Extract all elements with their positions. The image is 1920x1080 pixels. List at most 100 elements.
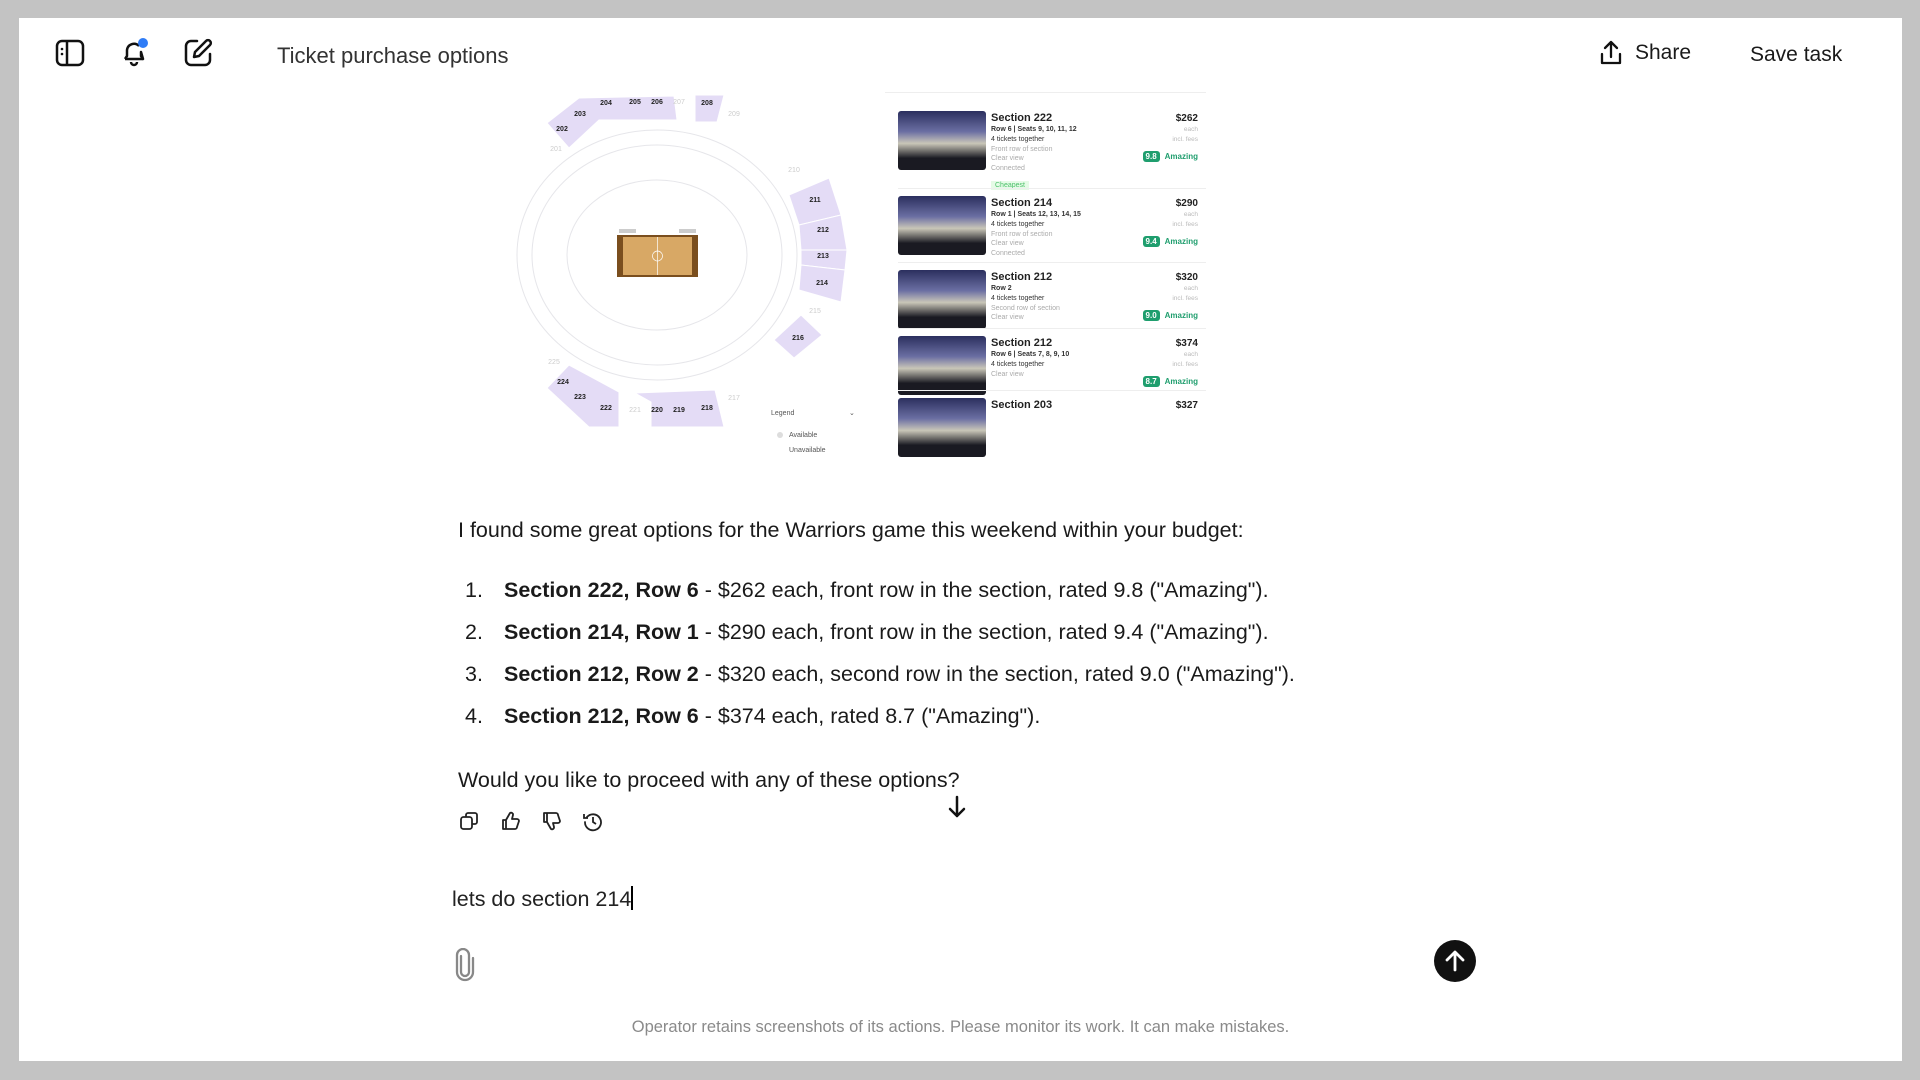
listing-feature: Clear view bbox=[991, 240, 1024, 247]
section-label[interactable]: 206 bbox=[651, 99, 663, 106]
rating-label: Amazing bbox=[1164, 311, 1198, 320]
section-label[interactable]: 205 bbox=[629, 99, 641, 106]
share-icon bbox=[1600, 40, 1622, 65]
attach-paperclip-icon[interactable] bbox=[453, 948, 477, 982]
option-details: - $374 each, rated 8.7 ("Amazing"). bbox=[698, 704, 1041, 728]
listing-row: Row 2 bbox=[991, 285, 1012, 292]
seat-view-photo bbox=[898, 270, 986, 329]
price-fees: incl. fees bbox=[1172, 221, 1198, 228]
price-each: each bbox=[1183, 126, 1198, 133]
listing-feature: 4 tickets together bbox=[991, 361, 1045, 368]
share-button[interactable]: Share bbox=[1599, 40, 1691, 66]
option-number: 2. bbox=[465, 620, 483, 644]
listing-row: Row 1 | Seats 12, 13, 14, 15 bbox=[991, 211, 1081, 218]
message-input[interactable]: lets do section 214 bbox=[452, 886, 633, 912]
rating-score: 9.8 bbox=[1142, 151, 1160, 162]
option-item: 3. Section 212, Row 2 - $320 each, second… bbox=[465, 662, 1295, 704]
options-list: 1. Section 222, Row 6 - $262 each, front … bbox=[465, 578, 1295, 746]
arrow-up-icon bbox=[1445, 950, 1465, 972]
section-label-unavailable: 210 bbox=[788, 167, 800, 174]
section-label-unavailable: 221 bbox=[629, 407, 641, 414]
thumbs-down-icon[interactable] bbox=[541, 810, 563, 832]
legend-available: Available bbox=[789, 432, 817, 439]
section-label-unavailable: 215 bbox=[809, 308, 821, 315]
section-label[interactable]: 202 bbox=[556, 126, 568, 133]
section-label[interactable]: 204 bbox=[600, 100, 612, 107]
rating-label: Amazing bbox=[1164, 152, 1198, 161]
listing-price: $374 bbox=[1175, 338, 1198, 349]
listing-card[interactable]: Section 203 $327 bbox=[885, 398, 1206, 478]
section-label[interactable]: 208 bbox=[701, 100, 713, 107]
text-caret bbox=[631, 886, 633, 910]
seat-view-photo bbox=[898, 111, 986, 170]
listing-feature: Clear view bbox=[991, 314, 1024, 321]
rating-score: 9.4 bbox=[1142, 236, 1160, 247]
seat-view-photo bbox=[898, 196, 986, 255]
section-label[interactable]: 218 bbox=[701, 405, 713, 412]
section-label[interactable]: 223 bbox=[574, 394, 586, 401]
listing-feature: Connected bbox=[991, 249, 1025, 257]
thumbs-up-icon[interactable] bbox=[500, 810, 522, 832]
save-task-button[interactable]: Save task bbox=[1750, 43, 1842, 67]
divider bbox=[898, 262, 1206, 263]
divider bbox=[898, 390, 1206, 391]
browser-screenshot: 202 203 204 205 206 208 211 212 213 214 216 218 219 2… bbox=[471, 92, 1206, 478]
new-task-edit-icon[interactable] bbox=[181, 36, 215, 70]
app-window: Ticket purchase options Share Save task bbox=[19, 18, 1902, 1061]
listing-feature: 4 tickets together bbox=[991, 221, 1045, 228]
notification-bell-icon[interactable] bbox=[117, 36, 151, 70]
listing-feature: Clear view bbox=[991, 155, 1024, 162]
legend-chevron-icon[interactable]: ⌄ bbox=[849, 410, 855, 417]
option-item: 2. Section 214, Row 1 - $290 each, front … bbox=[465, 620, 1295, 662]
listing-feature: Second row of section bbox=[991, 304, 1060, 312]
option-item: 4. Section 212, Row 6 - $374 each, rated … bbox=[465, 704, 1295, 746]
listing-section: Section 214 bbox=[991, 197, 1053, 209]
section-label[interactable]: 211 bbox=[809, 197, 820, 204]
section-label-unavailable: 207 bbox=[673, 99, 685, 106]
copy-icon[interactable] bbox=[458, 810, 480, 832]
scroll-down-arrow-icon[interactable] bbox=[945, 794, 969, 820]
share-label: Share bbox=[1635, 41, 1692, 64]
listing-section: Section 203 bbox=[991, 399, 1053, 411]
sidebar-toggle-icon[interactable] bbox=[53, 36, 87, 70]
option-number: 4. bbox=[465, 704, 483, 728]
section-label[interactable]: 219 bbox=[673, 407, 685, 414]
price-each: each bbox=[1183, 351, 1198, 358]
disclaimer-footer: Operator retains screenshots of its acti… bbox=[631, 1018, 1290, 1036]
seat-view-photo bbox=[898, 398, 986, 457]
section-label[interactable]: 203 bbox=[574, 111, 586, 118]
rating-score: 9.0 bbox=[1142, 310, 1160, 321]
option-title: Section 212, Row 6 bbox=[504, 704, 699, 728]
listing-feature: Front row of section bbox=[991, 230, 1053, 238]
listing-row: Row 6 | Seats 7, 8, 9, 10 bbox=[991, 351, 1070, 358]
section-label[interactable]: 214 bbox=[816, 280, 828, 287]
seat-view-photo bbox=[898, 336, 986, 395]
option-details: - $320 each, second row in the section, … bbox=[698, 662, 1295, 686]
listing-price: $290 bbox=[1175, 198, 1198, 209]
option-title: Section 212, Row 2 bbox=[504, 662, 699, 686]
section-label[interactable]: 213 bbox=[817, 253, 829, 260]
section-label[interactable]: 216 bbox=[792, 335, 804, 342]
page-title: Ticket purchase options bbox=[277, 43, 509, 68]
seat-map: 202 203 204 205 206 208 211 212 213 214 216 218 219 2… bbox=[516, 94, 855, 454]
message-question: Would you like to proceed with any of th… bbox=[458, 768, 960, 792]
message-input-value: lets do section 214 bbox=[452, 887, 632, 911]
section-label[interactable]: 224 bbox=[557, 379, 569, 386]
section-label[interactable]: 220 bbox=[651, 407, 663, 414]
send-button[interactable] bbox=[1434, 940, 1476, 982]
option-details: - $262 each, front row in the section, r… bbox=[698, 578, 1269, 602]
option-title: Section 222, Row 6 bbox=[504, 578, 699, 602]
retry-history-icon[interactable] bbox=[582, 810, 604, 832]
available-swatch bbox=[777, 432, 783, 438]
legend-title: Legend bbox=[771, 410, 794, 417]
listing-section: Section 212 bbox=[991, 271, 1053, 283]
option-title: Section 214, Row 1 bbox=[504, 620, 699, 644]
section-label[interactable]: 212 bbox=[817, 227, 829, 234]
listing-feature: 4 tickets together bbox=[991, 136, 1045, 143]
listing-row: Row 6 | Seats 9, 10, 11, 12 bbox=[991, 126, 1077, 133]
listing-feature: Front row of section bbox=[991, 145, 1053, 153]
listing-price: $320 bbox=[1175, 272, 1198, 283]
option-item: 1. Section 222, Row 6 - $262 each, front … bbox=[465, 578, 1295, 620]
section-label[interactable]: 222 bbox=[600, 405, 612, 412]
section-label-unavailable: 201 bbox=[550, 146, 562, 153]
